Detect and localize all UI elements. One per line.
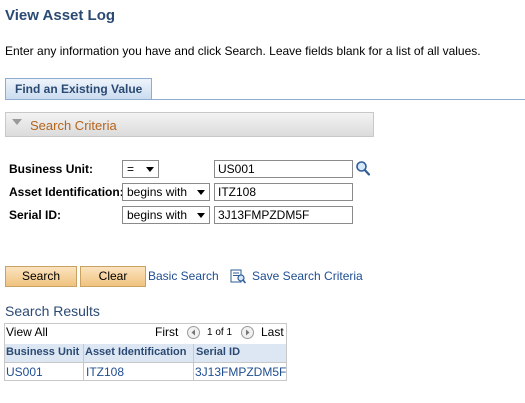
page-title: View Asset Log (5, 7, 116, 24)
business-unit-operator-value: = (127, 162, 135, 176)
business-unit-operator-select[interactable]: = (122, 160, 159, 178)
basic-search-link[interactable]: Basic Search (148, 269, 219, 283)
result-cell-asset-identification[interactable]: ITZ108 (86, 365, 124, 379)
previous-page-icon[interactable] (187, 326, 200, 339)
view-all-link[interactable]: View All (6, 325, 48, 339)
result-cell-business-unit[interactable]: US001 (6, 365, 43, 379)
serial-id-label: Serial ID: (9, 208, 62, 222)
result-cell-serial-id[interactable]: 3J13FMPZDM5F (195, 365, 286, 379)
search-results-title: Search Results (5, 303, 100, 319)
collapse-arrow-icon[interactable] (12, 119, 22, 125)
tab-divider (5, 99, 525, 100)
serial-id-operator-select[interactable]: begins with (122, 206, 210, 224)
tab-find-existing-value[interactable]: Find an Existing Value (5, 78, 153, 100)
row-divider (5, 362, 286, 363)
save-search-criteria-link[interactable]: Save Search Criteria (252, 269, 363, 283)
column-header-asset-identification[interactable]: Asset Identification (85, 346, 186, 358)
last-link[interactable]: Last (261, 325, 284, 339)
asset-identification-input[interactable]: ITZ108 (214, 183, 353, 201)
lookup-search-icon[interactable] (355, 160, 371, 177)
business-unit-input[interactable]: US001 (214, 160, 353, 178)
next-page-icon[interactable] (241, 326, 254, 339)
save-criteria-icon[interactable] (230, 268, 246, 284)
search-criteria-title[interactable]: Search Criteria (30, 118, 117, 133)
business-unit-label: Business Unit: (9, 162, 94, 176)
serial-id-input[interactable]: 3J13FMPZDM5F (214, 206, 353, 224)
asset-identification-label: Asset Identification: (9, 185, 124, 199)
dropdown-arrow-icon (146, 167, 154, 172)
asset-identification-operator-select[interactable]: begins with (122, 183, 210, 201)
column-header-serial-id[interactable]: Serial ID (196, 346, 240, 358)
dropdown-arrow-icon (197, 190, 205, 195)
serial-id-operator-value: begins with (127, 208, 188, 222)
asset-identification-operator-value: begins with (127, 185, 188, 199)
dropdown-arrow-icon (197, 213, 205, 218)
clear-button[interactable]: Clear (80, 266, 146, 287)
first-link[interactable]: First (155, 325, 178, 339)
page-info: 1 of 1 (207, 327, 233, 338)
instructions-text: Enter any information you have and click… (5, 44, 481, 58)
search-button[interactable]: Search (5, 266, 77, 287)
column-header-business-unit[interactable]: Business Unit (6, 346, 79, 358)
